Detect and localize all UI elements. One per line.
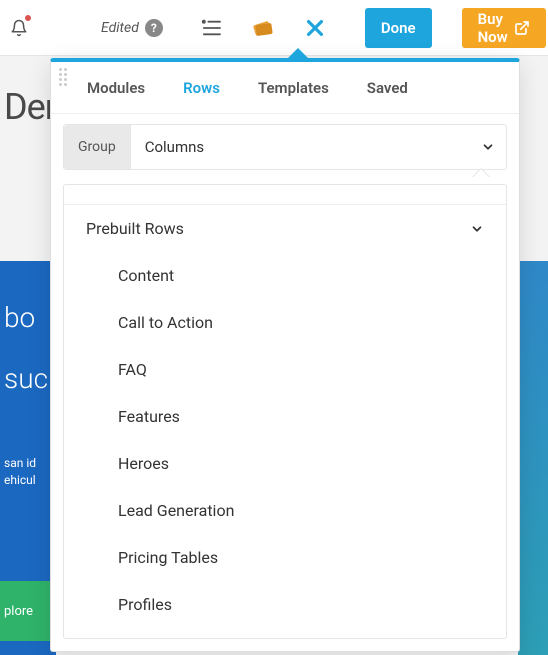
bg-right-column bbox=[518, 261, 548, 655]
buy-now-label: Buy Now bbox=[478, 10, 508, 46]
rows-dropdown: Prebuilt Rows Content Call to Action FAQ… bbox=[63, 184, 507, 639]
row-category-item[interactable]: Heroes bbox=[64, 440, 506, 487]
row-category-item[interactable]: Content bbox=[64, 252, 506, 299]
toolbar-icons bbox=[199, 16, 327, 40]
close-icon bbox=[304, 17, 326, 39]
tab-templates[interactable]: Templates bbox=[258, 79, 329, 97]
filter-chevron[interactable] bbox=[470, 140, 506, 154]
tab-saved[interactable]: Saved bbox=[367, 79, 408, 97]
outline-tool-button[interactable] bbox=[199, 16, 223, 40]
top-toolbar: Edited ? Done Buy Now bbox=[0, 0, 548, 56]
row-category-item[interactable]: Features bbox=[64, 393, 506, 440]
tickets-icon bbox=[251, 17, 275, 39]
tab-modules[interactable]: Modules bbox=[87, 79, 145, 97]
panel-caret bbox=[287, 48, 309, 59]
chevron-down-icon bbox=[470, 222, 484, 236]
bg-text-fragment: suc bbox=[4, 362, 52, 395]
outline-icon bbox=[200, 19, 222, 37]
row-category-item[interactable]: Call to Action bbox=[64, 299, 506, 346]
row-category-item[interactable]: Pricing Tables bbox=[64, 534, 506, 581]
row-category-item[interactable]: FAQ bbox=[64, 346, 506, 393]
prebuilt-rows-list: Content Call to Action FAQ Features Hero… bbox=[64, 252, 506, 638]
panel-tabs: Modules Rows Templates Saved bbox=[51, 62, 519, 114]
edited-status: Edited ? bbox=[101, 19, 163, 37]
done-button[interactable]: Done bbox=[365, 8, 432, 48]
done-button-label: Done bbox=[381, 19, 416, 37]
notifications-button[interactable] bbox=[10, 17, 28, 39]
prebuilt-rows-header[interactable]: Prebuilt Rows bbox=[64, 205, 506, 252]
tickets-tool-button[interactable] bbox=[251, 16, 275, 40]
chevron-down-icon bbox=[481, 140, 495, 154]
bell-icon bbox=[10, 18, 28, 38]
tab-rows[interactable]: Rows bbox=[183, 79, 220, 97]
prebuilt-rows-label: Prebuilt Rows bbox=[86, 219, 184, 238]
content-panel: Modules Rows Templates Saved Group Colum… bbox=[50, 58, 520, 652]
row-category-item[interactable]: Lead Generation bbox=[64, 487, 506, 534]
segment-group[interactable]: Group bbox=[64, 125, 131, 169]
segment-columns[interactable]: Columns bbox=[131, 138, 470, 156]
external-link-icon bbox=[514, 20, 530, 36]
row-category-item[interactable]: Profiles bbox=[64, 581, 506, 628]
dropdown-spacer bbox=[64, 185, 506, 205]
bg-explore-button-fragment[interactable]: plore bbox=[0, 581, 56, 641]
close-panel-button[interactable] bbox=[303, 16, 327, 40]
bg-text-fragment: san id ehicul bbox=[4, 455, 52, 489]
buy-now-button[interactable]: Buy Now bbox=[462, 8, 546, 48]
bg-text-fragment: bo bbox=[4, 301, 52, 334]
help-icon[interactable]: ? bbox=[145, 19, 163, 37]
panel-drag-handle[interactable] bbox=[59, 68, 67, 86]
rows-filter-bar[interactable]: Group Columns bbox=[63, 124, 507, 170]
edited-label: Edited bbox=[101, 20, 139, 36]
notification-dot bbox=[25, 15, 31, 21]
